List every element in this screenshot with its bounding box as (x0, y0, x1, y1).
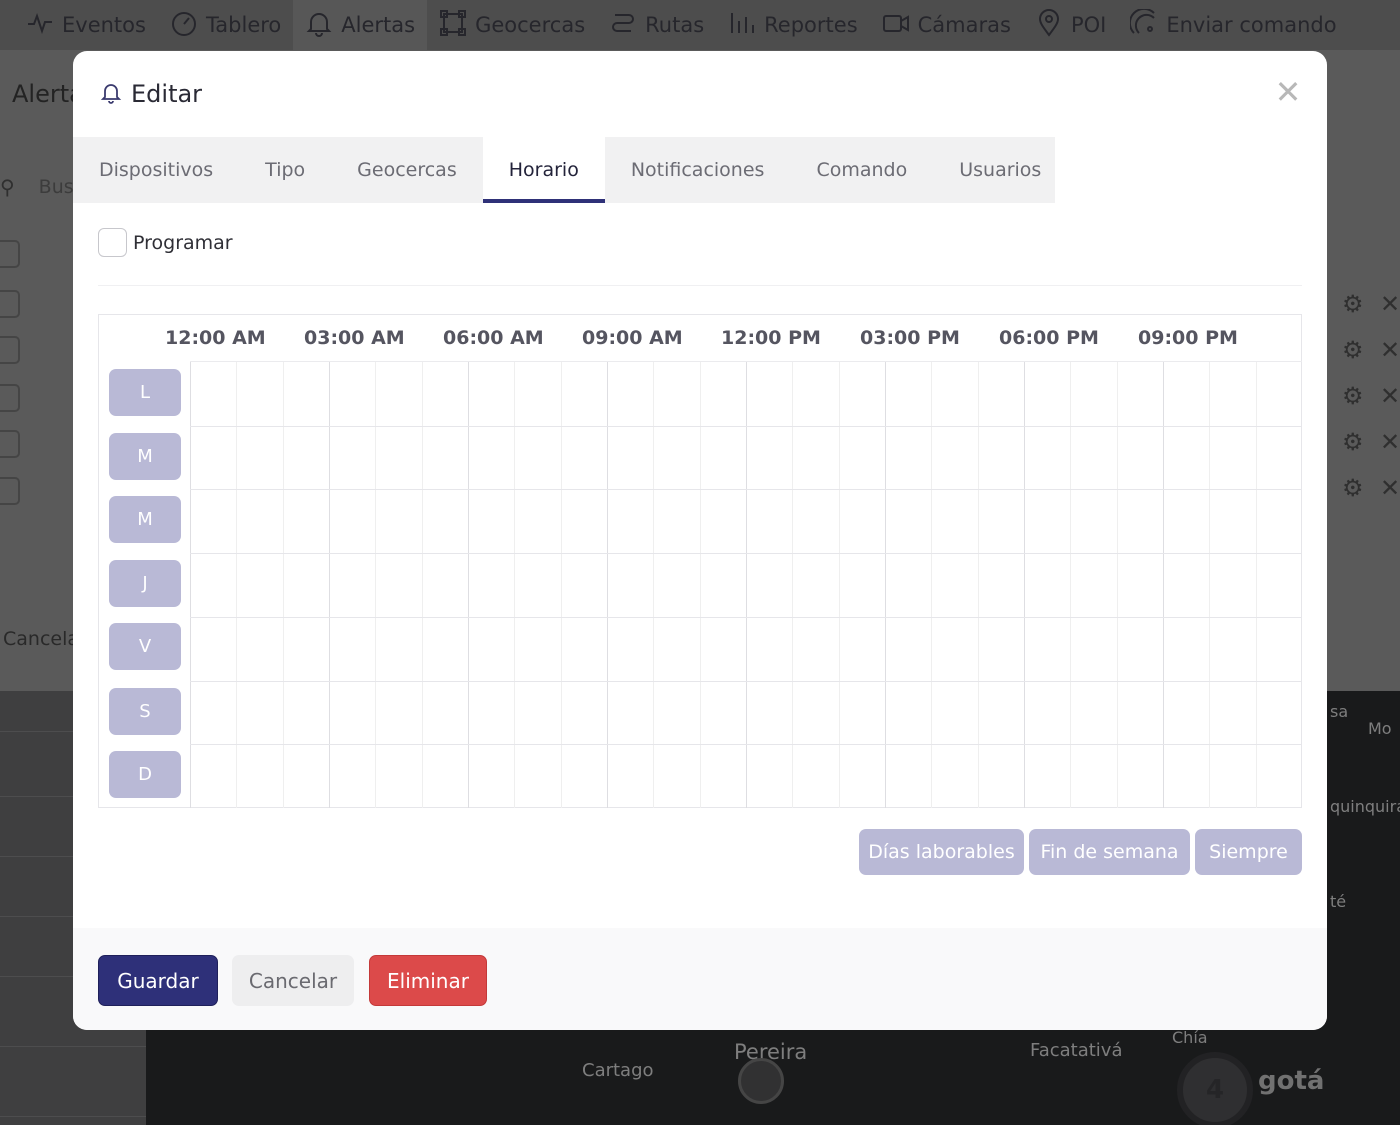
hour-label: 03:00 AM (304, 327, 405, 349)
delete-button[interactable]: Eliminar (369, 955, 487, 1006)
grid-column-line (375, 362, 377, 808)
tab-horario[interactable]: Horario (482, 137, 605, 203)
program-row: Programar (98, 228, 233, 257)
grid-column-line (514, 362, 516, 808)
day-button-l[interactable]: L (109, 369, 181, 416)
grid-column-line (282, 362, 284, 808)
grid-row-line (190, 744, 1302, 746)
tab-dispositivos[interactable]: Dispositivos (73, 137, 239, 203)
save-button[interactable]: Guardar (98, 955, 218, 1006)
hour-label: 09:00 PM (1138, 327, 1238, 349)
grid-column-line (1163, 362, 1164, 808)
program-checkbox[interactable] (98, 228, 127, 257)
grid-column-line (329, 362, 330, 808)
grid-column-line (699, 362, 701, 808)
cancel-button[interactable]: Cancelar (232, 955, 354, 1006)
grid-column-line (1116, 362, 1118, 808)
grid-column-line (792, 362, 794, 808)
grid-column-line (190, 362, 191, 808)
grid-column-line (885, 362, 886, 808)
tab-usuarios[interactable]: Usuarios (933, 137, 1067, 203)
tab-comando[interactable]: Comando (790, 137, 933, 203)
hour-label: 03:00 PM (860, 327, 960, 349)
modal-header: Editar (73, 51, 1327, 137)
grid-row-line (190, 553, 1302, 555)
day-button-v[interactable]: V (109, 623, 181, 670)
preset-always-button[interactable]: Siempre (1195, 829, 1302, 875)
close-icon[interactable]: ✕ (1273, 76, 1303, 108)
day-button-d[interactable]: D (109, 751, 181, 798)
day-button-m-2[interactable]: M (109, 496, 181, 543)
grid-column-line (838, 362, 840, 808)
program-label: Programar (133, 231, 233, 254)
grid-row-line (190, 489, 1302, 491)
divider (98, 285, 1302, 286)
grid-column-line (1209, 362, 1211, 808)
weekly-schedule-grid: 12:00 AM 03:00 AM 06:00 AM 09:00 AM 12:0… (98, 314, 1302, 808)
bell-icon (99, 80, 123, 108)
grid-column-line (931, 362, 933, 808)
preset-workdays-button[interactable]: Días laborables (859, 829, 1024, 875)
hour-label: 06:00 AM (443, 327, 544, 349)
grid-column-line (236, 362, 238, 808)
grid-column-line (421, 362, 423, 808)
grid-column-line (746, 362, 747, 808)
grid-column-line (1255, 362, 1257, 808)
hour-label: 06:00 PM (999, 327, 1099, 349)
preset-weekend-button[interactable]: Fin de semana (1029, 829, 1190, 875)
modal-title: Editar (131, 80, 203, 108)
day-button-j[interactable]: J (109, 560, 181, 607)
grid-row-line (190, 616, 1302, 618)
grid-column-line (560, 362, 562, 808)
tab-tipo[interactable]: Tipo (239, 137, 331, 203)
grid-column-line (607, 362, 608, 808)
grid-column-line (1070, 362, 1072, 808)
grid-column-line (1024, 362, 1025, 808)
edit-alert-dialog: Editar ✕ Dispositivos Tipo Geocercas Hor… (73, 51, 1327, 1030)
hour-label: 12:00 PM (721, 327, 821, 349)
modal-footer: Guardar Cancelar Eliminar (73, 928, 1327, 1030)
tab-bar: Dispositivos Tipo Geocercas Horario Noti… (73, 137, 1055, 203)
day-button-m[interactable]: M (109, 433, 181, 480)
day-button-s[interactable]: S (109, 688, 181, 735)
schedule-cells[interactable] (190, 361, 1302, 808)
grid-column-line (653, 362, 655, 808)
grid-row-line (190, 425, 1302, 427)
grid-column-line (977, 362, 979, 808)
hour-label: 09:00 AM (582, 327, 683, 349)
tab-geocercas[interactable]: Geocercas (331, 137, 483, 203)
tab-notificaciones[interactable]: Notificaciones (605, 137, 791, 203)
hour-label: 12:00 AM (165, 327, 266, 349)
grid-row-line (190, 680, 1302, 682)
grid-column-line (468, 362, 469, 808)
